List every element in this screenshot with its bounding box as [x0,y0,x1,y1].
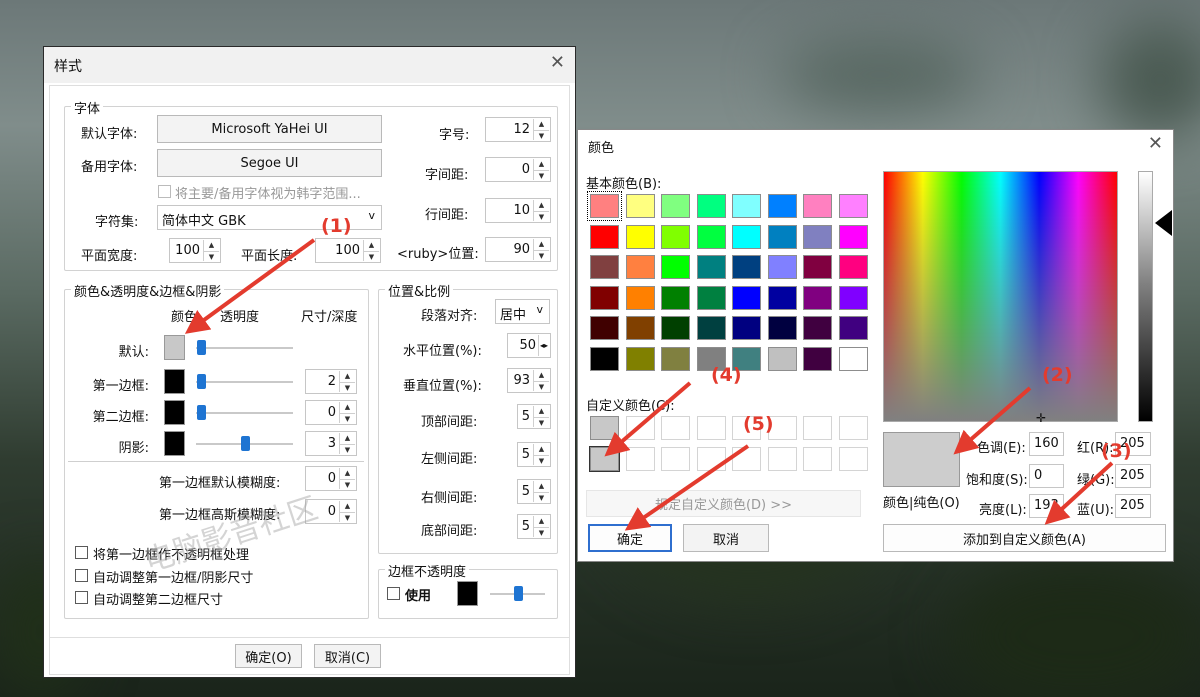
annotation-arrows [184,238,1114,531]
annotation-4: (4) [711,364,742,386]
arrow-5 [624,444,750,531]
annotation-5: (5) [743,413,774,435]
arrow-1 [184,238,316,334]
arrow-4 [604,381,692,457]
annotation-2: (2) [1042,364,1073,386]
annotation-1: (1) [321,215,352,237]
arrow-2 [953,386,1032,455]
arrow-3 [1044,461,1114,525]
annotation-3: (3) [1101,440,1132,462]
